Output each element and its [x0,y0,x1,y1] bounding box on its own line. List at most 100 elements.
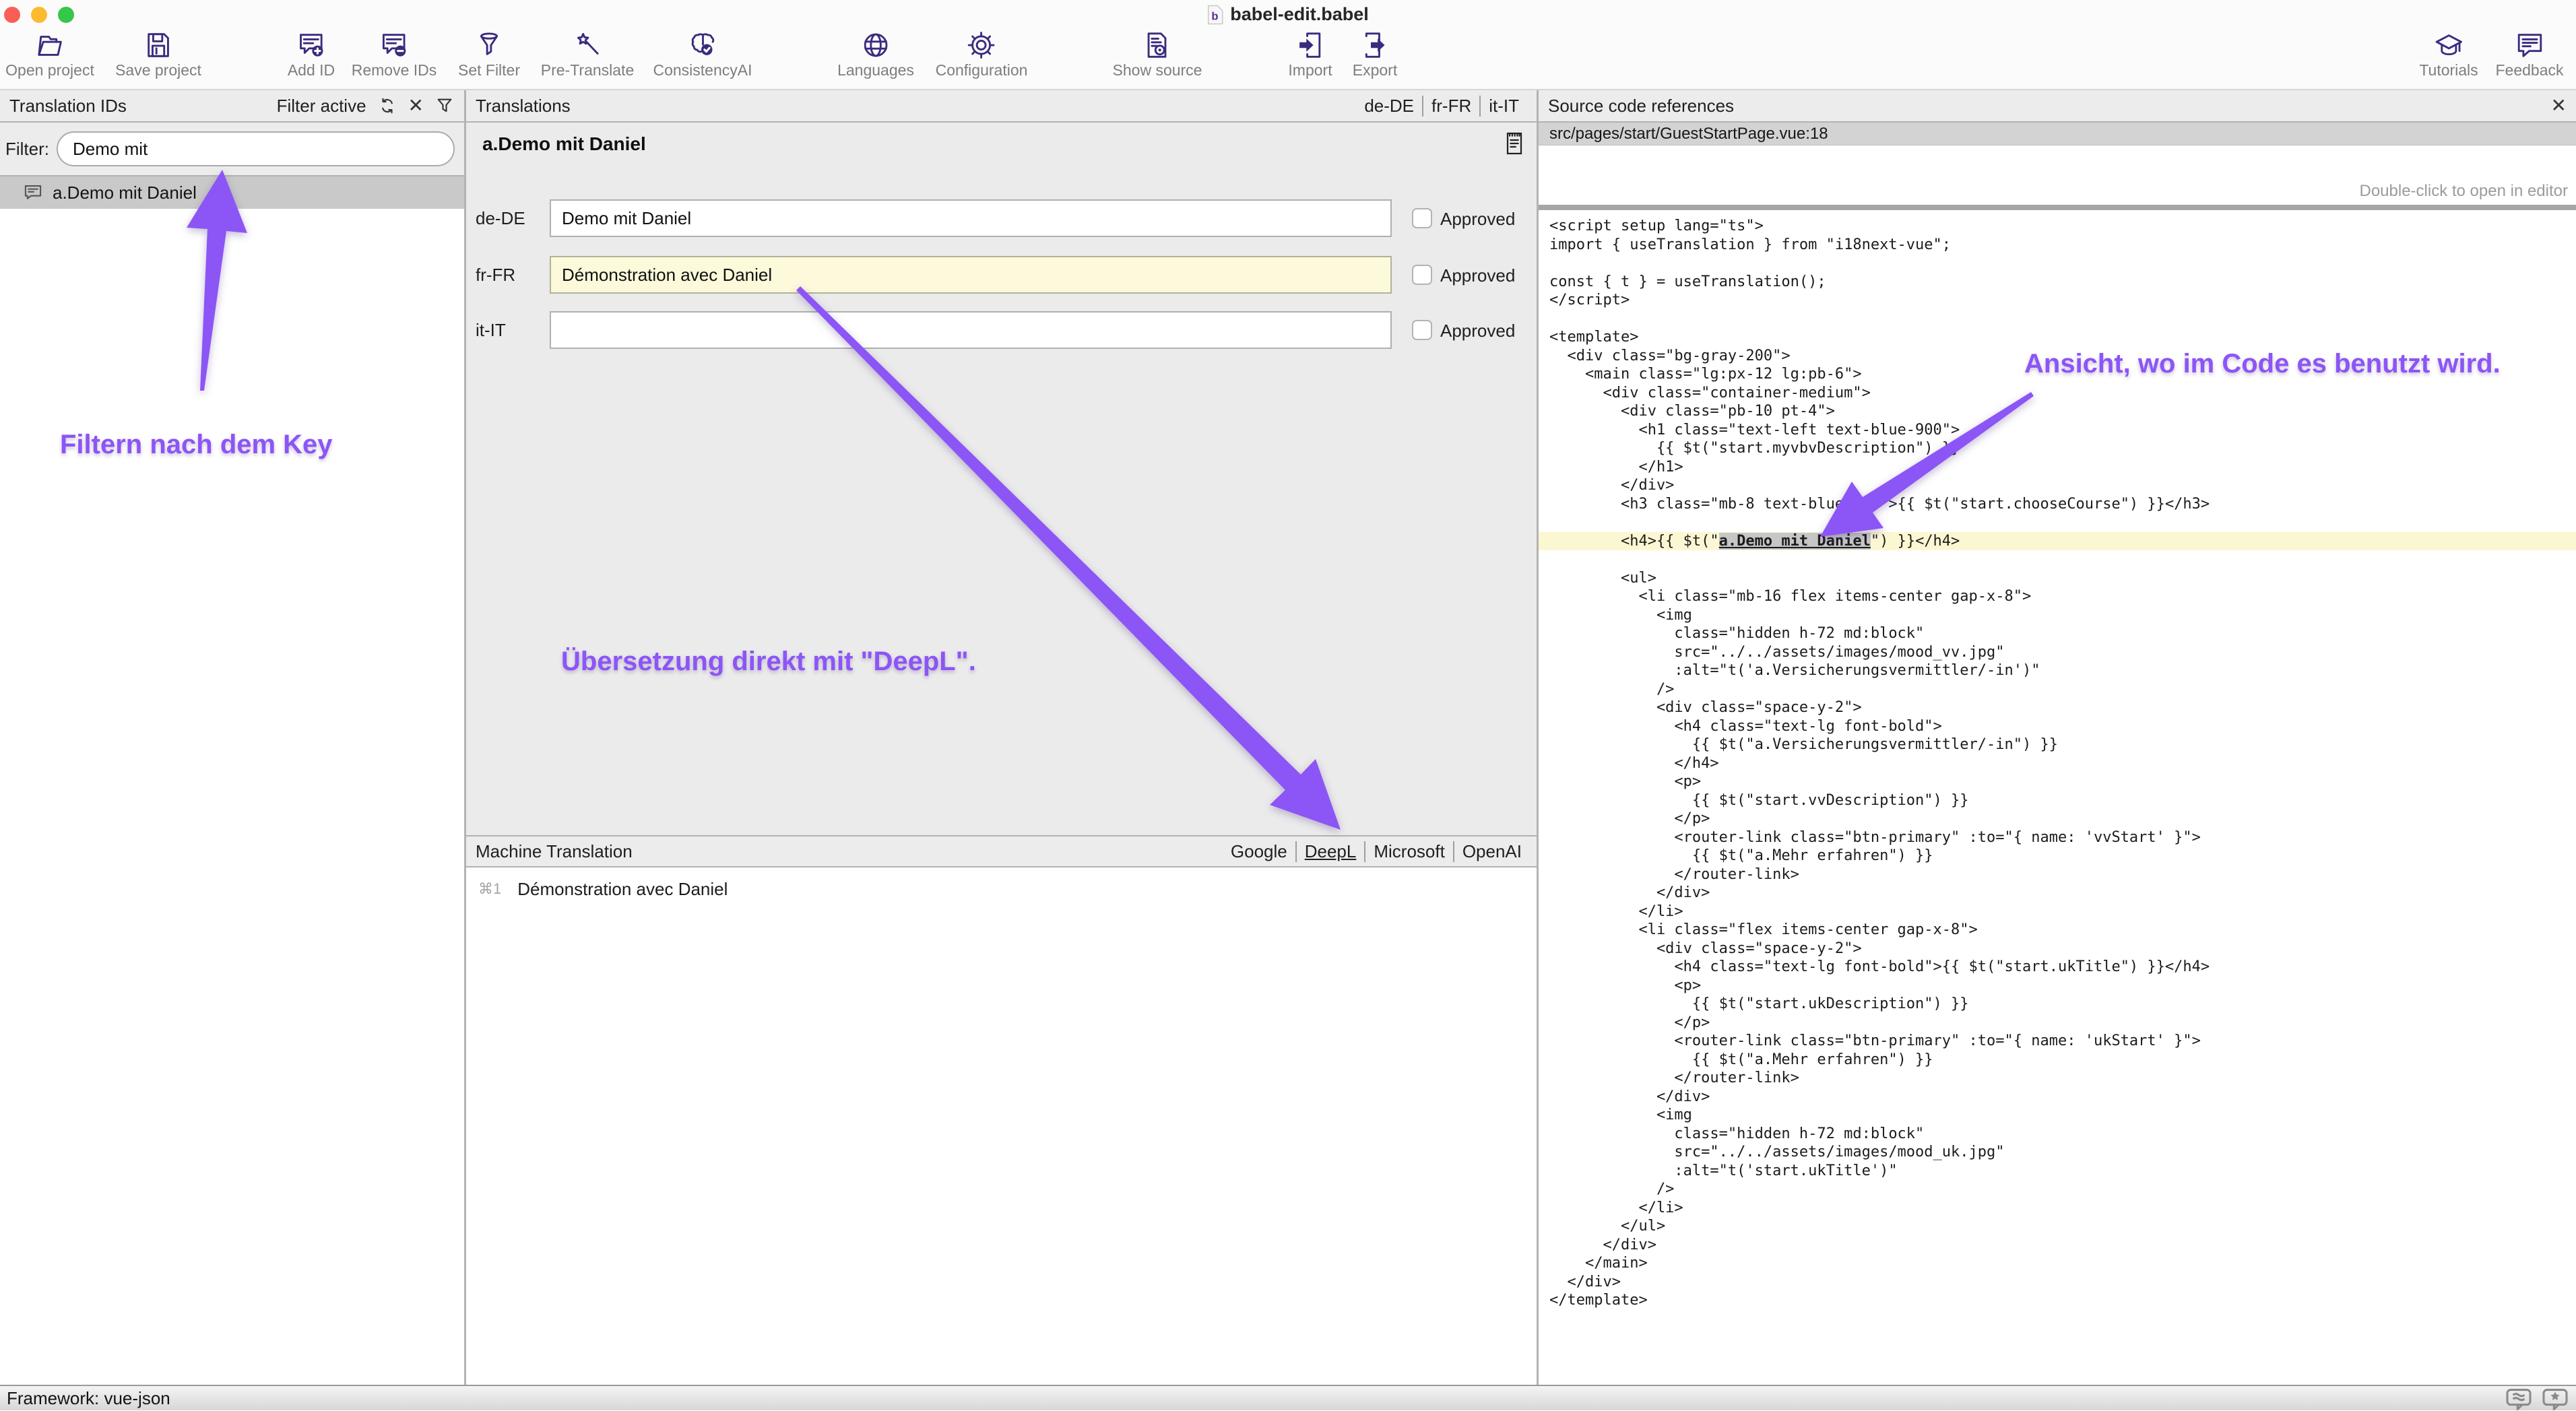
translation-input-de-de[interactable] [550,199,1392,237]
mt-shortcut-badge: ⌘1 [478,880,501,898]
code-line: <template> [1549,328,2576,347]
comment-note-icon[interactable] [1504,131,1524,156]
annotation-deepl: Übersetzung direkt mit "DeepL". [561,647,976,677]
code-line: /> [1549,1180,2576,1199]
code-line: </div> [1549,476,2576,495]
document-icon: b [1207,5,1223,25]
toolbar-button-label: Add ID [288,61,335,79]
filter-active-label: Filter active [277,96,366,117]
toolbar-button-configuration[interactable]: Configuration [936,30,1028,79]
toolbar-button-import[interactable]: Import [1288,30,1332,79]
translation-ids-header: Translation IDs Filter active ✕ [0,90,464,123]
zoom-window-button[interactable] [58,7,74,23]
toolbar-button-label: Open project [5,61,94,79]
code-line: </li> [1549,1199,2576,1218]
code-line: </div> [1549,1088,2576,1107]
approved-checkbox-de-de[interactable] [1412,208,1432,228]
minimize-window-button[interactable] [31,7,47,23]
filter-input[interactable] [57,131,455,166]
code-line: <router-link class="btn-primary" :to="{ … [1549,1032,2576,1051]
code-line: <div class="space-y-2"> [1549,940,2576,958]
code-line: </div> [1549,1236,2576,1255]
toolbar-button-save-project[interactable]: Save project [115,30,201,79]
filter-funnel-icon[interactable] [434,96,455,116]
clear-filter-icon[interactable]: ✕ [408,96,424,115]
toolbar-button-feedback[interactable]: Feedback [2495,30,2563,79]
approved-checkbox-it-it[interactable] [1412,320,1432,340]
window-title: b babel-edit.babel [1207,4,1369,25]
code-line: </p> [1549,810,2576,828]
toolbar-button-open-project[interactable]: Open project [5,30,94,79]
code-line: {{ $t("a.Versicherungsvermittler/-in") }… [1549,735,2576,754]
code-line: <h3 class="mb-8 text-blue-900">{{ $t("st… [1549,495,2576,514]
translation-input-it-it[interactable] [550,311,1392,349]
toolbar-button-set-filter[interactable]: Set Filter [458,30,520,79]
close-panel-icon[interactable]: ✕ [2551,96,2567,115]
machine-translation-header: Machine Translation GoogleDeepLMicrosoft… [466,835,1537,867]
annotation-filter-key: Filtern nach dem Key [60,430,333,460]
translation-lang-label: de-DE [476,208,525,229]
language-tab-it-it[interactable]: it-IT [1479,96,1527,117]
toolbar-button-add-id[interactable]: Add ID [288,30,335,79]
translation-id-item[interactable]: a.Demo mit Daniel [0,176,464,209]
toolbar-button-pre-translate[interactable]: Pre-Translate [541,30,634,79]
panel-divider-left[interactable] [464,90,466,1385]
mt-suggestion-row[interactable]: ⌘1Démonstration avec Daniel [466,874,1537,904]
provider-tab-microsoft[interactable]: Microsoft [1364,841,1452,862]
code-line [1549,254,2576,273]
save-project-icon [143,30,174,61]
language-tabs: de-DEfr-FRit-IT [1356,96,1527,117]
code-line: </router-link> [1549,865,2576,884]
code-line: </h4> [1549,754,2576,773]
annotation-code-usage: Ansicht, wo im Code es benutzt wird. [2024,349,2501,379]
bubble-wave-icon[interactable] [2503,1388,2534,1411]
status-bar: Framework: vue-json [0,1385,2576,1410]
code-line: </div> [1549,1273,2576,1292]
bubble-star-icon[interactable] [2540,1388,2571,1411]
code-line: <img [1549,606,2576,625]
provider-tab-deepl[interactable]: DeepL [1295,841,1365,862]
language-tab-de-de[interactable]: de-DE [1356,96,1422,117]
code-line: <div class="container-medium"> [1549,384,2576,403]
machine-translation-title: Machine Translation [476,841,633,862]
code-line: <ul> [1549,569,2576,588]
provider-tab-google[interactable]: Google [1223,841,1295,862]
framework-status-text: Framework: vue-json [7,1388,170,1409]
provider-tab-openai[interactable]: OpenAI [1453,841,1530,862]
toolbar-button-consistencyai[interactable]: ConsistencyAI [653,30,752,79]
open-project-icon [34,30,65,61]
panel-divider-right[interactable] [1537,90,1539,1385]
toolbar-button-remove-ids[interactable]: Remove IDs [352,30,437,79]
translation-input-fr-fr[interactable] [550,256,1392,294]
translation-lang-label: fr-FR [476,265,515,286]
code-line: import { useTranslation } from "i18next-… [1549,236,2576,255]
open-in-editor-hint: Double-click to open in editor [2359,182,2568,201]
translation-key-title: a.Demo mit Daniel [482,133,646,155]
toolbar-button-label: Import [1288,61,1332,79]
toolbar-button-show-source[interactable]: Show source [1113,30,1202,79]
refresh-icon[interactable] [377,96,397,116]
language-tab-fr-fr[interactable]: fr-FR [1422,96,1479,117]
approved-label: Approved [1440,209,1515,230]
source-code-references-panel: Source code references ✕ src/pages/start… [1539,90,2576,1385]
code-line: {{ $t("start.vvDescription") }} [1549,791,2576,810]
source-reference-item[interactable]: src/pages/start/GuestStartPage.vue:18 [1539,123,2576,145]
toolbar-button-export[interactable]: Export [1353,30,1397,79]
filter-label: Filter: [5,139,49,160]
code-line: {{ $t("a.Mehr erfahren") }} [1549,1051,2576,1070]
code-line [1549,310,2576,329]
close-window-button[interactable] [4,7,20,23]
comment-bubble-icon [23,183,43,202]
code-line: </h1> [1549,458,2576,477]
highlighted-translation-key[interactable]: a.Demo mit Daniel [1719,533,1871,550]
code-line: </p> [1549,1014,2576,1032]
code-line: {{ $t("start.myvbvDescription") }} [1549,439,2576,458]
code-line: {{ $t("start.ukDescription") }} [1549,995,2576,1014]
approved-checkbox-fr-fr[interactable] [1412,265,1432,285]
toolbar-button-tutorials[interactable]: Tutorials [2419,30,2478,79]
code-line: {{ $t("a.Mehr erfahren") }} [1549,847,2576,865]
translations-title: Translations [476,96,571,117]
code-line: <div class="pb-10 pt-4"> [1549,402,2576,421]
toolbar-button-languages[interactable]: Languages [837,30,914,79]
code-line: <h1 class="text-left text-blue-900"> [1549,421,2576,440]
